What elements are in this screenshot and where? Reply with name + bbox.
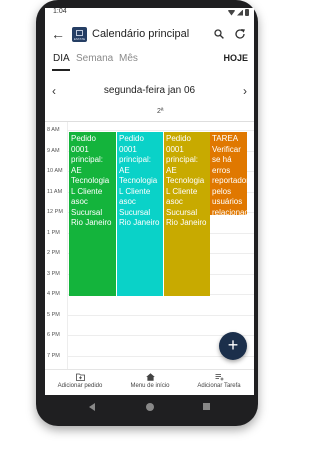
event-text: Pedido 0001 principal: AE Tecnologia L C…: [71, 134, 112, 227]
today-button[interactable]: HOJE: [223, 53, 248, 63]
nav-label: Menu de início: [130, 383, 170, 389]
hour-label: 2 PM: [47, 250, 60, 256]
back-arrow-icon[interactable]: ←: [51, 27, 65, 41]
hour-label: 6 PM: [47, 332, 60, 338]
tab-selected-indicator: [52, 69, 70, 71]
app-logo: ESTATE: [72, 27, 87, 42]
status-bar: 1:04: [45, 8, 254, 18]
logo-mark-icon: [76, 30, 83, 36]
calendar-event[interactable]: Pedido 0001 principal: AE Tecnologia L C…: [69, 132, 116, 296]
signal-icon: [237, 9, 243, 16]
day-column-header: 2ª: [45, 108, 254, 120]
logo-text: ESTATE: [73, 37, 86, 41]
calendar-event[interactable]: Pedido 0001 principal: AE Tecnologia L C…: [116, 132, 163, 296]
hour-gridline: [67, 130, 254, 131]
refresh-icon[interactable]: [234, 28, 246, 40]
nav-add-order[interactable]: Adicionar pedido: [45, 373, 115, 389]
status-time: 1:04: [53, 8, 67, 15]
day-navigator: ‹ segunda-feira jan 06 ›: [45, 82, 254, 98]
app-bar: ← ESTATE Calendário principal: [45, 20, 254, 50]
hour-label: 12 PM: [47, 209, 63, 215]
page-title: Calendário principal: [92, 28, 190, 40]
search-icon[interactable]: [214, 29, 224, 39]
battery-icon: [245, 9, 249, 16]
hour-label: 10 AM: [47, 168, 63, 174]
checklist-add-icon: [215, 374, 223, 381]
wifi-icon: [228, 9, 235, 16]
time-column-divider: [67, 122, 68, 370]
add-fab-button[interactable]: +: [219, 332, 247, 360]
hour-label: 3 PM: [47, 270, 60, 277]
hour-label: 9 AM: [47, 147, 60, 154]
system-home-icon[interactable]: [146, 403, 154, 411]
hour-gridline: [67, 314, 254, 316]
view-tabs: DIA Semana Mês HOJE: [45, 53, 254, 73]
hour-label: 4 PM: [47, 291, 60, 297]
hour-label: 5 PM: [47, 311, 60, 318]
hour-label: 11 AM: [47, 188, 63, 195]
nav-add-task[interactable]: Adicionar Tarefa: [184, 373, 254, 389]
home-icon: [145, 373, 155, 381]
tab-day[interactable]: DIA: [53, 53, 70, 64]
bottom-navigation: Adicionar pedido Menu de início Adiciona…: [45, 369, 254, 395]
hour-label: 1 PM: [47, 229, 60, 236]
system-back-icon[interactable]: [89, 403, 95, 411]
nav-label: Adicionar Tarefa: [197, 383, 241, 389]
nav-label: Adicionar pedido: [57, 383, 103, 389]
tab-week[interactable]: Semana: [76, 53, 113, 64]
event-text: Pedido 0001 principal: AE Tecnologia L C…: [119, 134, 160, 227]
hour-label: 7 PM: [47, 352, 60, 359]
app-screen: 1:04 ← ESTATE Calendário principal DIA S…: [45, 8, 254, 395]
day-time-grid[interactable]: 8 AM 9 AM 10 AM 11 AM 12 PM 1 PM 2 PM 3 PM 4 PM 5…: [45, 122, 254, 370]
status-icons: [228, 9, 249, 16]
system-navigation-bar: [45, 398, 254, 418]
hour-label: 8 AM: [47, 127, 60, 133]
chevron-right-icon[interactable]: ›: [243, 84, 247, 98]
calendar-event[interactable]: Pedido 0001 principal: AE Tecnologia L C…: [163, 132, 210, 296]
weekday-label: 2ª: [157, 108, 164, 115]
current-day-label: segunda-feira jan 06: [103, 85, 196, 96]
event-text: Pedido 0001 principal: AE Tecnologia L C…: [166, 134, 207, 227]
event-text: TAREA Verificar se há erros reportador p…: [212, 134, 247, 215]
folder-add-icon: [75, 373, 85, 381]
system-recents-icon[interactable]: [203, 403, 210, 410]
nav-home[interactable]: Menu de início: [115, 373, 185, 389]
calendar-task[interactable]: TAREA Verificar se há erros reportador p…: [210, 132, 247, 215]
tab-month[interactable]: Mês: [119, 53, 138, 64]
